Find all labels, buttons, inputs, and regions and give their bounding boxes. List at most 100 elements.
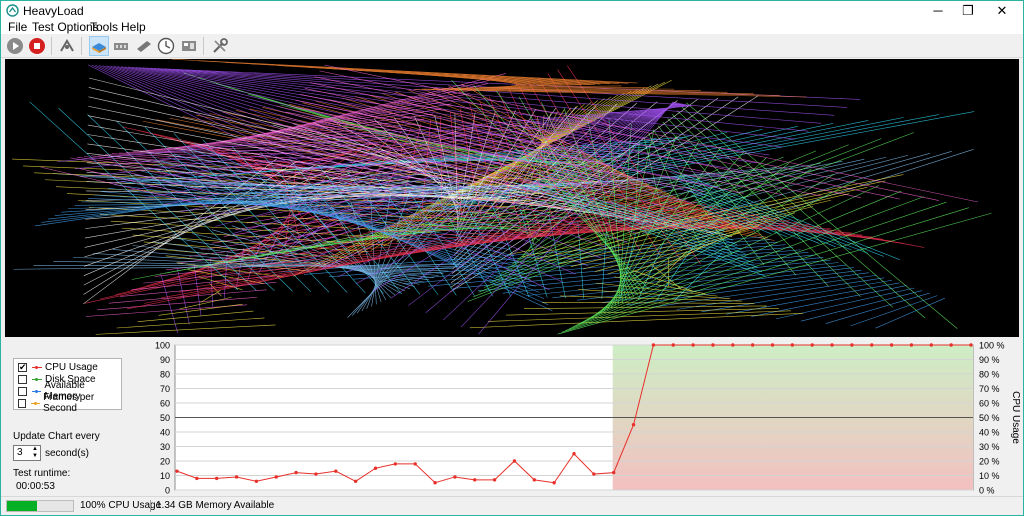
cpu-usage-point	[433, 481, 437, 485]
spinner-arrows[interactable]: ▲ ▼	[31, 446, 39, 460]
right-tick-label: 40 %	[979, 428, 1000, 438]
cpu-usage-point	[353, 479, 358, 483]
cpu-usage-point	[334, 469, 338, 473]
cpu-usage-point	[175, 469, 179, 473]
legend-item-cpu-usage[interactable]: ✔ CPU Usage	[18, 361, 98, 373]
menu-tools[interactable]: Tools	[90, 20, 118, 34]
restore-button[interactable]: ❐	[953, 1, 983, 20]
clock-button[interactable]	[156, 36, 176, 56]
chart-panel: ✔ CPU Usage Disk Space Available Memory …	[1, 338, 1023, 496]
legend-marker-frames-per-second	[31, 401, 41, 405]
cpu-usage-point	[790, 343, 795, 347]
right-tick-label: 10 %	[979, 471, 1000, 481]
spin-up-icon[interactable]: ▲	[31, 446, 39, 453]
memory-icon	[114, 43, 128, 50]
legend-marker-disk-space	[32, 377, 42, 381]
minimize-button[interactable]: ─	[923, 1, 953, 20]
right-tick-label: 90 %	[979, 355, 1000, 365]
menu-file[interactable]: File	[8, 20, 27, 34]
cpu-usage-point	[373, 466, 378, 470]
checkbox-frames-per-second[interactable]	[18, 398, 27, 408]
cpu-usage-point	[393, 462, 398, 466]
legend-label-frames-per-second: Frames per Second	[43, 392, 95, 414]
cpu-usage-point	[631, 423, 636, 427]
cpu-usage-point	[254, 479, 259, 483]
cpu-usage-point	[651, 343, 656, 347]
cpu-usage-point	[473, 478, 477, 482]
cpu-usage-point	[492, 478, 497, 482]
left-tick-label: 10	[160, 471, 170, 481]
right-tick-label: 100 %	[979, 341, 1005, 351]
cpu-usage-point	[532, 478, 536, 482]
left-tick-label: 90	[160, 355, 170, 365]
cpu-usage-point	[552, 481, 556, 485]
start-icon	[7, 38, 23, 54]
status-memory-text: 1.34 GB Memory Available	[156, 500, 275, 511]
cpu-usage-point	[830, 343, 834, 347]
right-axis-label: CPU Usage	[1010, 391, 1021, 444]
cpu-usage-point	[810, 343, 814, 347]
cpu-usage-point	[294, 470, 298, 475]
legend-marker-available-memory	[31, 389, 42, 393]
cpu-usage-point	[413, 462, 417, 466]
legend-label-cpu-usage: CPU Usage	[45, 361, 98, 373]
toolbar-separator	[203, 37, 204, 55]
close-button[interactable]: ✕	[987, 1, 1017, 20]
left-tick-label: 80	[160, 370, 170, 380]
stop-button[interactable]	[27, 36, 47, 56]
cpu-usage-point	[870, 343, 874, 347]
cpu-usage-point	[612, 470, 616, 475]
menu-help[interactable]: Help	[121, 20, 146, 34]
update-chart-label: Update Chart every	[13, 431, 100, 442]
cpu-usage-point	[234, 475, 239, 479]
update-interval-value: 3	[17, 447, 23, 458]
disk-icon	[92, 43, 106, 53]
start-button[interactable]	[5, 36, 25, 56]
runtime-label: Test runtime:	[13, 468, 71, 479]
cpu-button[interactable]	[57, 36, 77, 56]
restore-icon: ❐	[962, 2, 974, 18]
checkbox-available-memory[interactable]	[18, 386, 27, 396]
legend-item-frames-per-second[interactable]: Frames per Second	[18, 392, 121, 414]
monitor-icon	[182, 41, 196, 51]
cpu-usage-point	[314, 472, 318, 476]
cpu-usage-point	[512, 459, 517, 463]
menu-test-options[interactable]: Test Options	[32, 20, 99, 34]
disk-button[interactable]	[89, 36, 109, 56]
checkbox-disk-space[interactable]	[18, 374, 27, 384]
gpu-button[interactable]	[134, 36, 154, 56]
checkbox-cpu-usage[interactable]: ✔	[18, 362, 27, 372]
clock-icon	[157, 37, 175, 55]
monitor-button[interactable]	[179, 36, 199, 56]
memory-button[interactable]	[111, 36, 131, 56]
tools-button[interactable]	[210, 36, 230, 56]
cpu-progress-bar	[6, 500, 74, 512]
runtime-value: 00:00:53	[16, 481, 55, 492]
cpu-usage-point	[770, 343, 775, 347]
cpu-usage-chart: 0 0 % 10 10 % 20 20 % 30 30 % 40 40 % 50 50 % 60 60 %…	[155, 341, 1021, 496]
minimize-icon: ─	[933, 3, 943, 18]
tools-icon	[213, 38, 228, 53]
legend-marker-cpu-usage	[32, 365, 42, 369]
cpu-usage-point	[969, 343, 973, 347]
left-tick-label: 50	[160, 413, 170, 423]
cpu-usage-point	[671, 343, 675, 347]
chart-legend: ✔ CPU Usage Disk Space Available Memory …	[13, 358, 122, 414]
status-separator	[150, 500, 151, 512]
right-tick-label: 30 %	[979, 442, 1000, 452]
title-bar: HeavyLoad ─ ❐ ✕	[1, 1, 1023, 20]
cpu-usage-point	[909, 343, 914, 347]
right-tick-label: 70 %	[979, 384, 1000, 394]
cpu-usage-point	[572, 452, 576, 456]
toolbar-separator	[81, 37, 82, 55]
update-interval-spinner[interactable]: 3 ▲ ▼	[13, 445, 41, 461]
status-cpu-text: 100% CPU Usage	[80, 500, 162, 511]
cpu-usage-point	[750, 343, 755, 347]
left-tick-label: 60	[160, 399, 170, 409]
left-tick-label: 40	[160, 428, 170, 438]
cpu-usage-point	[274, 475, 278, 479]
spin-down-icon[interactable]: ▼	[31, 453, 39, 460]
stress-visualization	[5, 59, 1019, 337]
cpu-icon	[60, 39, 74, 52]
left-tick-label: 70	[160, 384, 170, 394]
